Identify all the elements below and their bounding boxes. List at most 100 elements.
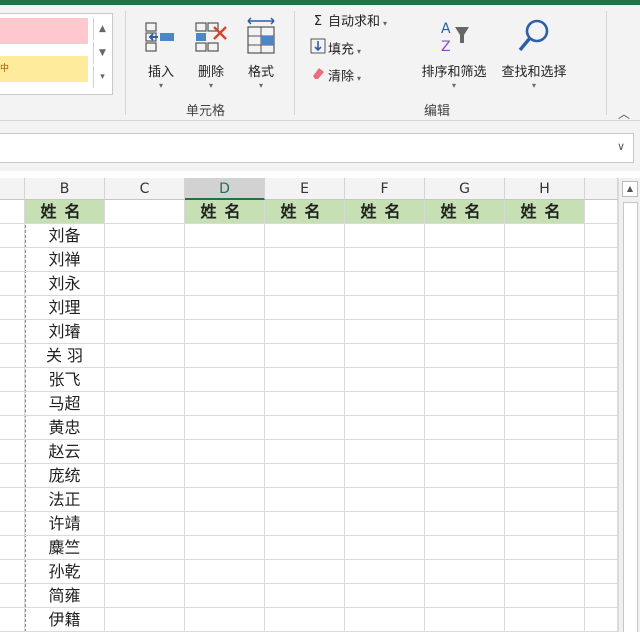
- header-cell[interactable]: 姓名: [185, 200, 265, 224]
- name-cell[interactable]: 关 羽: [25, 344, 105, 368]
- cell[interactable]: [585, 392, 618, 416]
- worksheet-grid[interactable]: B C D E F G H 姓名 姓名 姓名 姓名 姓名 姓名 刘备 刘禅 刘永 刘理 刘璿关 羽张飞 马超 黄忠 赵云…: [0, 178, 640, 632]
- cell[interactable]: [265, 248, 345, 272]
- cell[interactable]: [105, 224, 185, 248]
- cell[interactable]: [425, 344, 505, 368]
- name-cell[interactable]: 许靖: [25, 512, 105, 536]
- cell[interactable]: [0, 608, 25, 632]
- cell[interactable]: [265, 584, 345, 608]
- cell[interactable]: [505, 392, 585, 416]
- cell[interactable]: [105, 296, 185, 320]
- header-cell[interactable]: 姓名: [505, 200, 585, 224]
- cell[interactable]: [265, 272, 345, 296]
- cell[interactable]: [585, 272, 618, 296]
- cell[interactable]: [585, 200, 618, 224]
- cell[interactable]: [105, 560, 185, 584]
- cell[interactable]: [425, 536, 505, 560]
- cell[interactable]: [505, 248, 585, 272]
- cell[interactable]: [505, 296, 585, 320]
- cell[interactable]: [185, 320, 265, 344]
- cell[interactable]: [345, 248, 425, 272]
- cell[interactable]: [505, 344, 585, 368]
- cell[interactable]: [345, 392, 425, 416]
- name-cell[interactable]: 赵云: [25, 440, 105, 464]
- cell[interactable]: [265, 392, 345, 416]
- cell[interactable]: [105, 608, 185, 632]
- cell[interactable]: [265, 560, 345, 584]
- cell[interactable]: [0, 536, 25, 560]
- vertical-scrollbar[interactable]: ▲: [618, 178, 640, 632]
- cell[interactable]: [105, 488, 185, 512]
- name-cell[interactable]: 伊籍: [25, 608, 105, 632]
- cell[interactable]: [185, 608, 265, 632]
- collapse-ribbon-icon[interactable]: ︿: [618, 105, 630, 122]
- cell[interactable]: [105, 512, 185, 536]
- cell[interactable]: [0, 584, 25, 608]
- header-cell[interactable]: 姓名: [265, 200, 345, 224]
- cell[interactable]: [345, 464, 425, 488]
- cell[interactable]: [585, 512, 618, 536]
- name-cell[interactable]: 庞统: [25, 464, 105, 488]
- cell[interactable]: [265, 368, 345, 392]
- cell[interactable]: [505, 440, 585, 464]
- name-cell[interactable]: 张飞: [25, 368, 105, 392]
- cell[interactable]: [425, 584, 505, 608]
- style-bad[interactable]: [0, 18, 88, 44]
- cell[interactable]: [0, 560, 25, 584]
- cell[interactable]: [0, 512, 25, 536]
- cell[interactable]: [265, 296, 345, 320]
- cell[interactable]: [425, 320, 505, 344]
- clear-button[interactable]: 清除 ▾: [308, 65, 361, 87]
- cell[interactable]: [105, 584, 185, 608]
- cell[interactable]: [425, 416, 505, 440]
- name-cell[interactable]: 刘理: [25, 296, 105, 320]
- cell[interactable]: [185, 584, 265, 608]
- name-cell[interactable]: 法正: [25, 488, 105, 512]
- cell[interactable]: [265, 608, 345, 632]
- cell[interactable]: [185, 248, 265, 272]
- cell[interactable]: [345, 344, 425, 368]
- cell[interactable]: [0, 224, 25, 248]
- cell[interactable]: [425, 464, 505, 488]
- cell[interactable]: [0, 368, 25, 392]
- cell[interactable]: [585, 584, 618, 608]
- cell[interactable]: [0, 464, 25, 488]
- cell[interactable]: [505, 272, 585, 296]
- cell[interactable]: [105, 464, 185, 488]
- cell[interactable]: [425, 272, 505, 296]
- cell[interactable]: [345, 584, 425, 608]
- cell[interactable]: [425, 608, 505, 632]
- cell[interactable]: [0, 344, 25, 368]
- header-cell[interactable]: 姓名: [25, 200, 105, 224]
- cell[interactable]: [425, 488, 505, 512]
- cell[interactable]: [505, 584, 585, 608]
- scroll-thumb[interactable]: [623, 202, 638, 632]
- cell[interactable]: [105, 416, 185, 440]
- cell[interactable]: [185, 440, 265, 464]
- cell[interactable]: [345, 536, 425, 560]
- cell[interactable]: [505, 368, 585, 392]
- name-cell[interactable]: 刘永: [25, 272, 105, 296]
- cell[interactable]: [425, 224, 505, 248]
- cell[interactable]: [0, 392, 25, 416]
- cell[interactable]: [505, 560, 585, 584]
- column-header-g[interactable]: G: [425, 178, 505, 200]
- cell[interactable]: [265, 440, 345, 464]
- cell[interactable]: [185, 224, 265, 248]
- cell[interactable]: [105, 248, 185, 272]
- cell[interactable]: [265, 344, 345, 368]
- name-cell[interactable]: 黄忠: [25, 416, 105, 440]
- cell[interactable]: [185, 560, 265, 584]
- column-header-h[interactable]: H: [505, 178, 585, 200]
- style-neutral[interactable]: 中: [0, 56, 88, 82]
- cell[interactable]: [585, 464, 618, 488]
- cell[interactable]: [345, 272, 425, 296]
- delete-button[interactable]: 删除 ▾: [186, 13, 236, 95]
- header-cell[interactable]: 姓名: [425, 200, 505, 224]
- cell[interactable]: [265, 512, 345, 536]
- gallery-down-icon[interactable]: ▼: [93, 42, 111, 64]
- cell[interactable]: [585, 320, 618, 344]
- cell[interactable]: [105, 440, 185, 464]
- cell[interactable]: [425, 560, 505, 584]
- scroll-up-icon[interactable]: ▲: [622, 181, 638, 197]
